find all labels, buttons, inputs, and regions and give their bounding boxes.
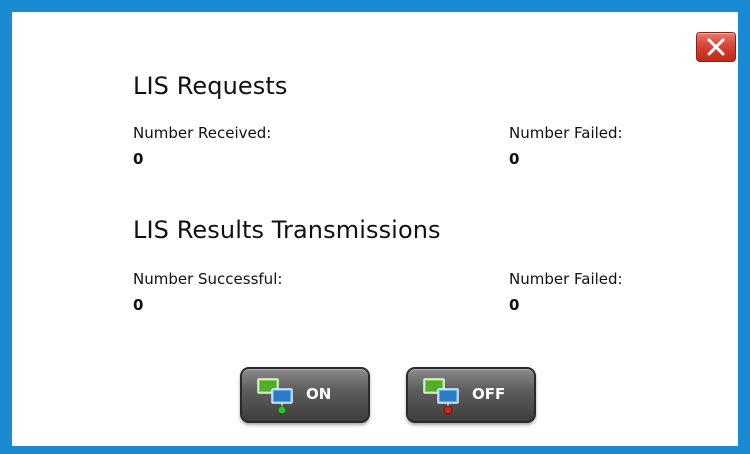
requests-received-value: 0 [133, 150, 144, 168]
dialog-panel: LIS Requests Number Received: 0 Number F… [12, 12, 738, 446]
results-successful-value: 0 [133, 296, 144, 314]
lis-results-heading: LIS Results Transmissions [133, 216, 441, 244]
results-failed-label: Number Failed: [509, 270, 623, 288]
on-button-label: ON [306, 385, 332, 403]
close-icon [707, 38, 725, 56]
requests-failed-value: 0 [509, 150, 520, 168]
network-on-icon [257, 378, 293, 415]
requests-received-label: Number Received: [133, 124, 272, 142]
requests-failed-label: Number Failed: [509, 124, 623, 142]
results-successful-label: Number Successful: [133, 270, 283, 288]
on-button[interactable]: ON [240, 367, 370, 423]
off-button[interactable]: OFF [406, 367, 536, 423]
network-off-icon [423, 378, 459, 415]
off-button-label: OFF [472, 385, 506, 403]
results-failed-value: 0 [509, 296, 520, 314]
lis-requests-heading: LIS Requests [133, 72, 288, 100]
close-button[interactable] [696, 32, 736, 62]
